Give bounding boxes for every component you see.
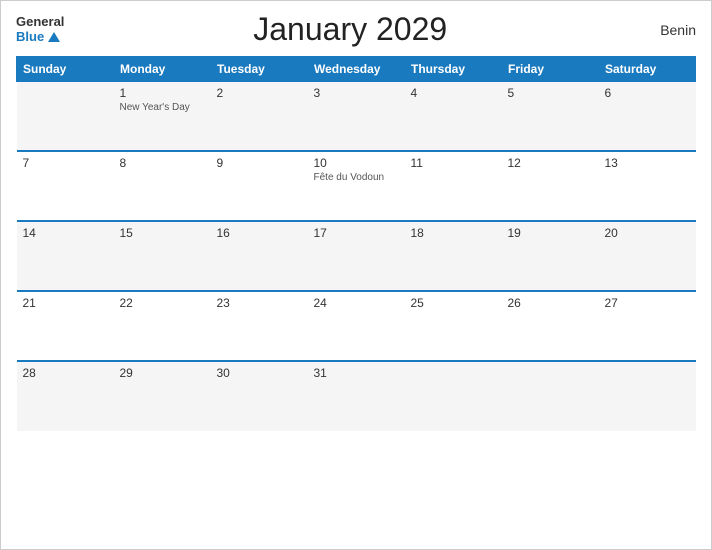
col-wednesday: Wednesday <box>308 57 405 81</box>
day-number: 13 <box>605 156 690 170</box>
calendar-week-row: 789 10 Fête du Vodoun 11 12 13 <box>17 151 696 221</box>
weekday-header-row: Sunday Monday Tuesday Wednesday Thursday… <box>17 57 696 81</box>
day-number: 20 <box>605 226 690 240</box>
calendar-cell: 4 <box>405 81 502 151</box>
day-number: 16 <box>217 226 302 240</box>
day-number: 24 <box>314 296 399 310</box>
day-number: 5 <box>508 86 593 100</box>
calendar-cell: 26 <box>502 291 599 361</box>
col-saturday: Saturday <box>599 57 696 81</box>
calendar-cell: 1 New Year's Day <box>114 81 211 151</box>
col-friday: Friday <box>502 57 599 81</box>
calendar-cell: 24 <box>308 291 405 361</box>
logo-general-text: General <box>16 15 64 29</box>
day-number: 17 <box>314 226 399 240</box>
logo-triangle-icon <box>48 32 60 42</box>
calendar-cell: 10 Fête du Vodoun <box>308 151 405 221</box>
col-tuesday: Tuesday <box>211 57 308 81</box>
calendar-cell: 14 <box>17 221 114 291</box>
day-number: 28 <box>23 366 108 380</box>
day-number: 8 <box>120 156 205 170</box>
day-number: 19 <box>508 226 593 240</box>
calendar-cell: 12 <box>502 151 599 221</box>
calendar-cell: 5 <box>502 81 599 151</box>
calendar-cell: 22 <box>114 291 211 361</box>
calendar-cell: 6 <box>599 81 696 151</box>
calendar-cell: 15 <box>114 221 211 291</box>
calendar-week-row: 28 29 30 31 <box>17 361 696 431</box>
event-text: New Year's Day <box>120 102 205 114</box>
calendar-cell: 21 <box>17 291 114 361</box>
day-number: 18 <box>411 226 496 240</box>
calendar-header: General Blue January 2029 Benin <box>16 11 696 48</box>
col-sunday: Sunday <box>17 57 114 81</box>
day-number: 21 <box>23 296 108 310</box>
calendar-week-row: 21 22 23 24 25 26 27 <box>17 291 696 361</box>
day-number: 23 <box>217 296 302 310</box>
calendar-cell: 28 <box>17 361 114 431</box>
day-number: 25 <box>411 296 496 310</box>
calendar-cell: 13 <box>599 151 696 221</box>
day-number: 10 <box>314 156 399 170</box>
day-number: 7 <box>23 156 108 170</box>
logo-blue-text: Blue <box>16 30 64 44</box>
logo: General Blue <box>16 15 64 44</box>
calendar-cell: 11 <box>405 151 502 221</box>
calendar-cell: 9 <box>211 151 308 221</box>
calendar-week-row: 1 New Year's Day 23456 <box>17 81 696 151</box>
calendar-cell: 2 <box>211 81 308 151</box>
day-number: 9 <box>217 156 302 170</box>
day-number: 1 <box>120 86 205 100</box>
day-number: 29 <box>120 366 205 380</box>
calendar-cell: 3 <box>308 81 405 151</box>
day-number: 15 <box>120 226 205 240</box>
calendar-cell: 23 <box>211 291 308 361</box>
calendar-cell: 16 <box>211 221 308 291</box>
calendar-cell: 20 <box>599 221 696 291</box>
day-number: 2 <box>217 86 302 100</box>
day-number: 27 <box>605 296 690 310</box>
day-number: 14 <box>23 226 108 240</box>
day-number: 22 <box>120 296 205 310</box>
calendar-cell: 17 <box>308 221 405 291</box>
calendar-cell: 25 <box>405 291 502 361</box>
month-title: January 2029 <box>64 11 636 48</box>
calendar-cell: 18 <box>405 221 502 291</box>
calendar-cell: 27 <box>599 291 696 361</box>
calendar-cell <box>599 361 696 431</box>
calendar-cell: 30 <box>211 361 308 431</box>
day-number: 31 <box>314 366 399 380</box>
day-number: 6 <box>605 86 690 100</box>
col-thursday: Thursday <box>405 57 502 81</box>
calendar-container: General Blue January 2029 Benin Sunday M… <box>0 0 712 550</box>
col-monday: Monday <box>114 57 211 81</box>
calendar-cell: 8 <box>114 151 211 221</box>
day-number: 11 <box>411 156 496 170</box>
calendar-cell <box>405 361 502 431</box>
day-number: 26 <box>508 296 593 310</box>
calendar-cell: 19 <box>502 221 599 291</box>
event-text: Fête du Vodoun <box>314 172 399 184</box>
calendar-week-row: 14 15 16 17 18 19 20 <box>17 221 696 291</box>
calendar-cell <box>502 361 599 431</box>
calendar-cell: 29 <box>114 361 211 431</box>
day-number: 12 <box>508 156 593 170</box>
calendar-grid: Sunday Monday Tuesday Wednesday Thursday… <box>16 56 696 431</box>
day-number: 30 <box>217 366 302 380</box>
day-number: 4 <box>411 86 496 100</box>
country-name: Benin <box>636 22 696 38</box>
day-number: 3 <box>314 86 399 100</box>
calendar-cell: 31 <box>308 361 405 431</box>
calendar-cell: 7 <box>17 151 114 221</box>
calendar-cell <box>17 81 114 151</box>
